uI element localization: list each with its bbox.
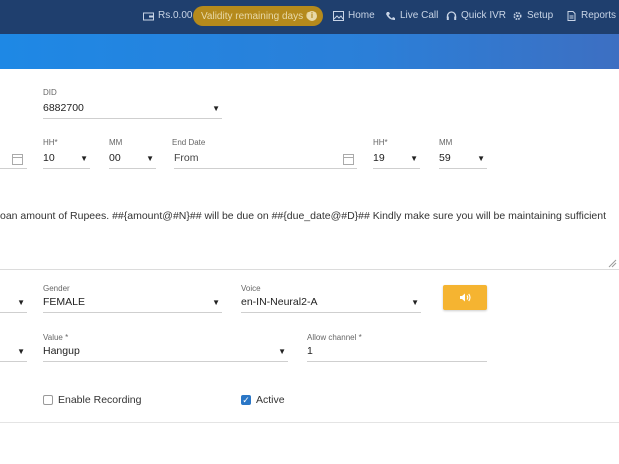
wallet-balance: Rs.0.00 (143, 10, 192, 21)
chevron-down-icon: ▼ (212, 298, 220, 307)
message-textarea[interactable]: oan amount of Rupees. ##{amount@#N}## wi… (0, 210, 606, 222)
phone-icon (386, 11, 395, 20)
allow-channel-value: 1 (307, 345, 313, 357)
calendar-icon[interactable] (343, 154, 354, 165)
calendar-icon[interactable] (12, 154, 23, 165)
start-date-field[interactable] (0, 150, 27, 169)
value-value: Hangup (43, 345, 80, 357)
value-label: Value * (43, 333, 69, 342)
chevron-down-icon: ▼ (410, 154, 418, 163)
start-hh-value: 10 (43, 152, 55, 164)
chevron-down-icon: ▼ (411, 298, 419, 307)
chevron-down-icon: ▼ (80, 154, 88, 163)
validity-text: Validity remaining days 68 (201, 10, 317, 22)
allow-channel-input[interactable]: 1 (307, 343, 487, 362)
gender-select[interactable]: FEMALE ▼ (43, 294, 222, 313)
voice-label: Voice (241, 284, 261, 293)
voice-select[interactable]: en-IN-Neural2-A ▼ (241, 294, 421, 313)
nav-live-call[interactable]: Live Call (385, 10, 438, 21)
top-navbar: Rs.0.00 Validity remaining days 68 i Hom… (0, 0, 619, 34)
info-icon[interactable]: i (307, 11, 317, 21)
end-date-label: End Date (172, 138, 206, 147)
resize-handle-icon[interactable] (607, 258, 617, 268)
chevron-down-icon: ▼ (477, 154, 485, 163)
nav-home-label: Home (348, 10, 375, 21)
end-mm-select[interactable]: 59 ▼ (439, 150, 487, 169)
nav-quick-ivr-label: Quick IVR (461, 10, 507, 21)
start-hh-select[interactable]: 10 ▼ (43, 150, 90, 169)
validity-badge: Validity remaining days 68 i (193, 6, 323, 26)
chevron-down-icon: ▼ (17, 298, 25, 307)
gender-value: FEMALE (43, 296, 86, 308)
chevron-down-icon: ▼ (17, 347, 25, 356)
image-icon (333, 10, 344, 21)
section-divider (0, 422, 619, 423)
chevron-down-icon: ▼ (146, 154, 154, 163)
nav-setup[interactable]: Setup (512, 10, 553, 21)
start-mm-select[interactable]: 00 ▼ (109, 150, 156, 169)
end-date-input[interactable]: From (174, 150, 357, 169)
nav-live-call-label: Live Call (400, 10, 439, 21)
left-select-partial-2[interactable]: ▼ (0, 343, 27, 362)
nav-reports-label: Reports (581, 10, 617, 21)
nav-quick-ivr[interactable]: Quick IVR (446, 10, 506, 21)
end-hh-label: HH* (373, 138, 388, 147)
check-icon: ✓ (242, 395, 250, 405)
chevron-down-icon: ▼ (212, 104, 220, 113)
balance-text: Rs.0.00 (158, 10, 193, 21)
active-label: Active (256, 394, 285, 406)
enable-recording-checkbox[interactable] (43, 395, 53, 405)
end-hh-select[interactable]: 19 ▼ (373, 150, 420, 169)
allow-channel-label: Allow channel * (307, 333, 362, 342)
did-value: 6882700 (43, 102, 84, 114)
end-date-value: From (174, 152, 199, 164)
chevron-down-icon: ▼ (278, 347, 286, 356)
voice-value: en-IN-Neural2-A (241, 296, 318, 308)
play-voice-button[interactable] (443, 285, 487, 310)
end-mm-label: MM (439, 138, 453, 147)
start-mm-value: 00 (109, 152, 121, 164)
nav-setup-label: Setup (527, 10, 554, 21)
end-mm-value: 59 (439, 152, 451, 164)
document-icon (567, 10, 576, 21)
start-hh-label: HH* (43, 138, 58, 147)
page-header-banner (0, 34, 619, 69)
headset-icon (446, 10, 457, 20)
gender-label: Gender (43, 284, 70, 293)
active-checkbox[interactable]: ✓ (241, 395, 251, 405)
value-select[interactable]: Hangup ▼ (43, 343, 288, 362)
did-select[interactable]: 6882700 ▼ (43, 100, 222, 119)
start-mm-label: MM (109, 138, 123, 147)
gear-icon (513, 11, 522, 20)
left-select-partial[interactable]: ▼ (0, 294, 27, 313)
end-hh-value: 19 (373, 152, 385, 164)
did-label: DID (43, 88, 57, 97)
wallet-icon (143, 12, 154, 20)
nav-reports[interactable]: Reports (566, 10, 616, 21)
nav-home[interactable]: Home (333, 10, 375, 21)
textarea-bottom-border (0, 269, 619, 270)
speaker-icon (460, 293, 471, 302)
enable-recording-label: Enable Recording (58, 394, 142, 406)
